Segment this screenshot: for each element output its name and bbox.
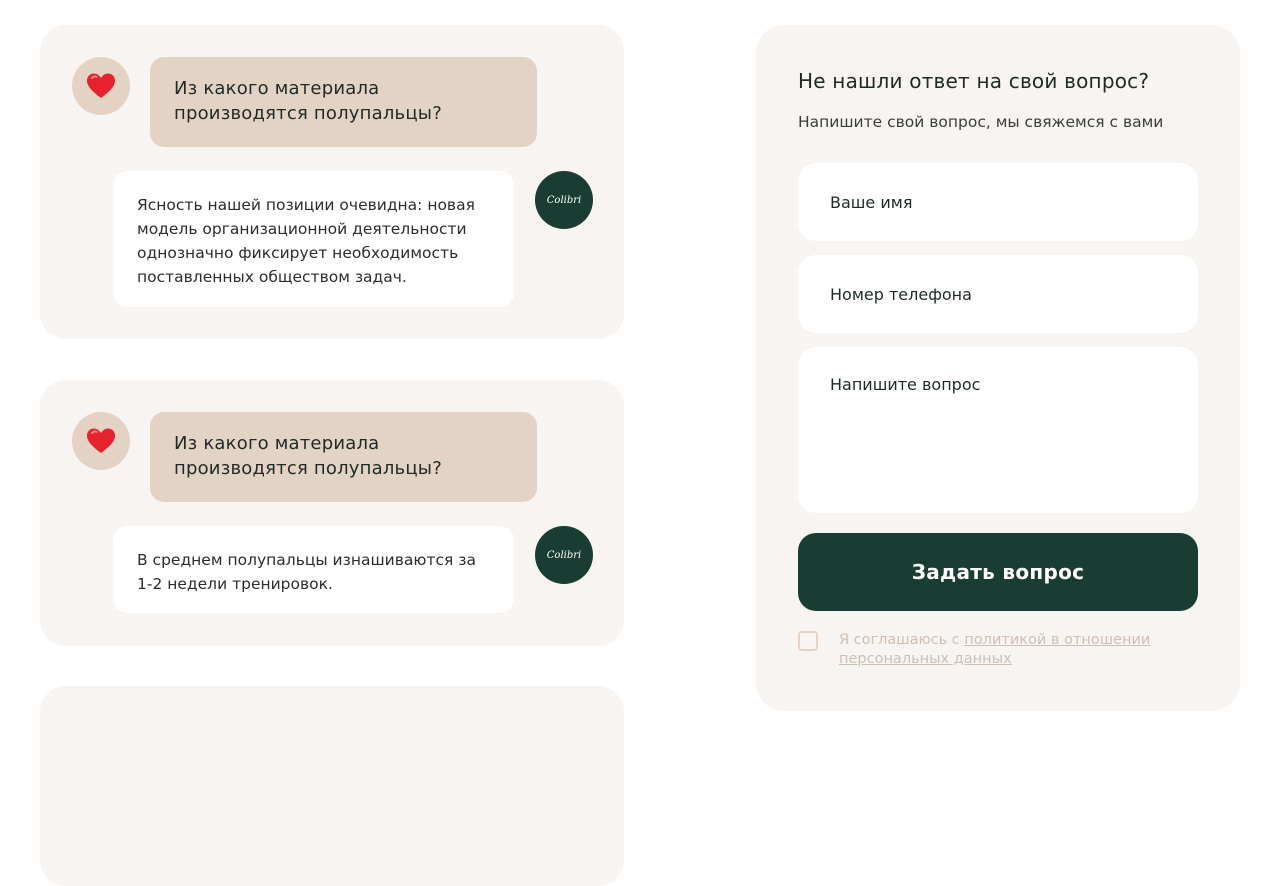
form-title: Не нашли ответ на свой вопрос?: [798, 69, 1150, 93]
question-placeholder: Напишите вопрос: [830, 375, 981, 394]
phone-placeholder: Номер телефона: [830, 284, 972, 304]
user-avatar: [72, 57, 130, 115]
brand-avatar: Colibri: [535, 526, 593, 584]
consent-checkbox[interactable]: [798, 631, 818, 651]
question-form: Не нашли ответ на свой вопрос? Напишите …: [756, 25, 1240, 711]
submit-button-label: Задать вопрос: [911, 560, 1085, 584]
faq-card: [40, 686, 624, 886]
faq-card: Из какого материала производятся полупал…: [40, 25, 624, 339]
heart-icon: [87, 428, 115, 453]
question-bubble: Из какого материала производятся полупал…: [150, 412, 537, 502]
brand-logo: Colibri: [546, 194, 582, 206]
question-bubble: Из какого материала производятся полупал…: [150, 57, 537, 147]
name-field[interactable]: Ваше имя: [798, 163, 1198, 241]
phone-field[interactable]: Номер телефона: [798, 255, 1198, 333]
form-subtitle: Напишите свой вопрос, мы свяжемся с вами: [798, 113, 1164, 131]
faq-card: Из какого материала производятся полупал…: [40, 380, 624, 646]
submit-question-button[interactable]: Задать вопрос: [798, 533, 1198, 611]
user-avatar: [72, 412, 130, 470]
answer-bubble: Ясность нашей позиции очевидна: новая мо…: [113, 171, 514, 307]
consent-prefix: Я соглашаюсь с: [839, 632, 965, 648]
answer-bubble: В среднем полупальцы изнашиваются за 1-2…: [113, 526, 514, 613]
heart-icon: [87, 73, 115, 98]
name-placeholder: Ваше имя: [830, 192, 913, 212]
brand-avatar: Colibri: [535, 171, 593, 229]
brand-logo: Colibri: [546, 549, 582, 561]
question-textarea[interactable]: Напишите вопрос: [798, 347, 1198, 513]
consent-text: Я соглашаюсь с политикой в отношении пер…: [839, 631, 1179, 669]
